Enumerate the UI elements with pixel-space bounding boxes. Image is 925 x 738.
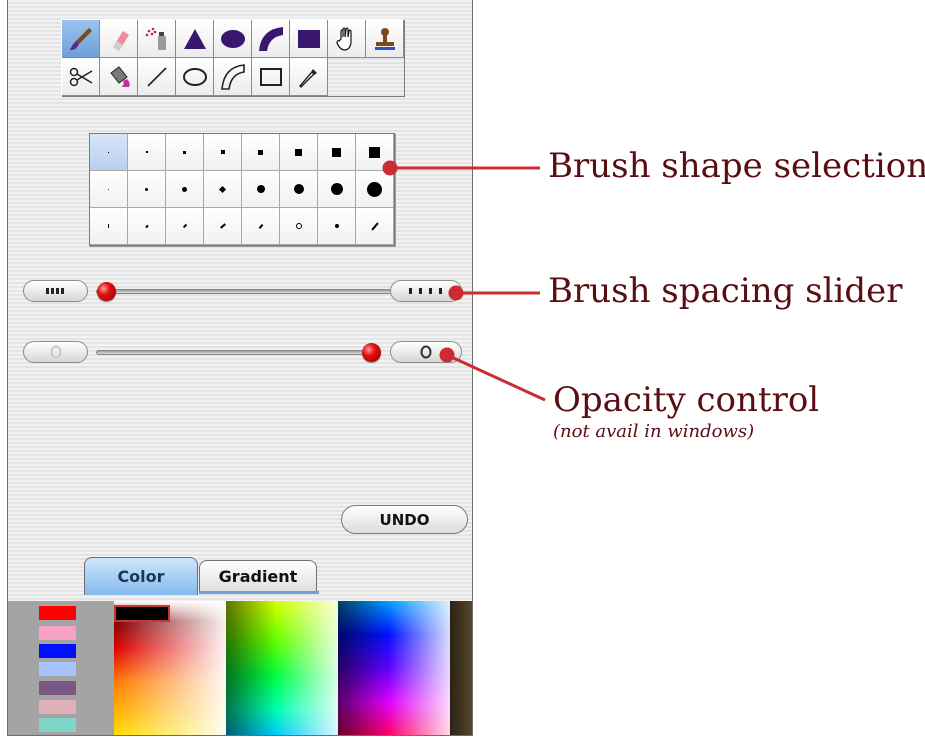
opacity-callout-dot [439, 347, 455, 363]
brush-spacing-callout-dot [448, 285, 464, 301]
opacity-label: Opacity control [553, 380, 820, 420]
brush-shape-label: Brush shape selection [548, 146, 925, 186]
brush-shape-callout-dot [382, 160, 398, 176]
callout-lines [382, 160, 546, 402]
opacity-callout-line [446, 353, 546, 402]
brush-spacing-label: Brush spacing slider [548, 271, 903, 311]
opacity-note: (not avail in windows) [553, 421, 755, 442]
